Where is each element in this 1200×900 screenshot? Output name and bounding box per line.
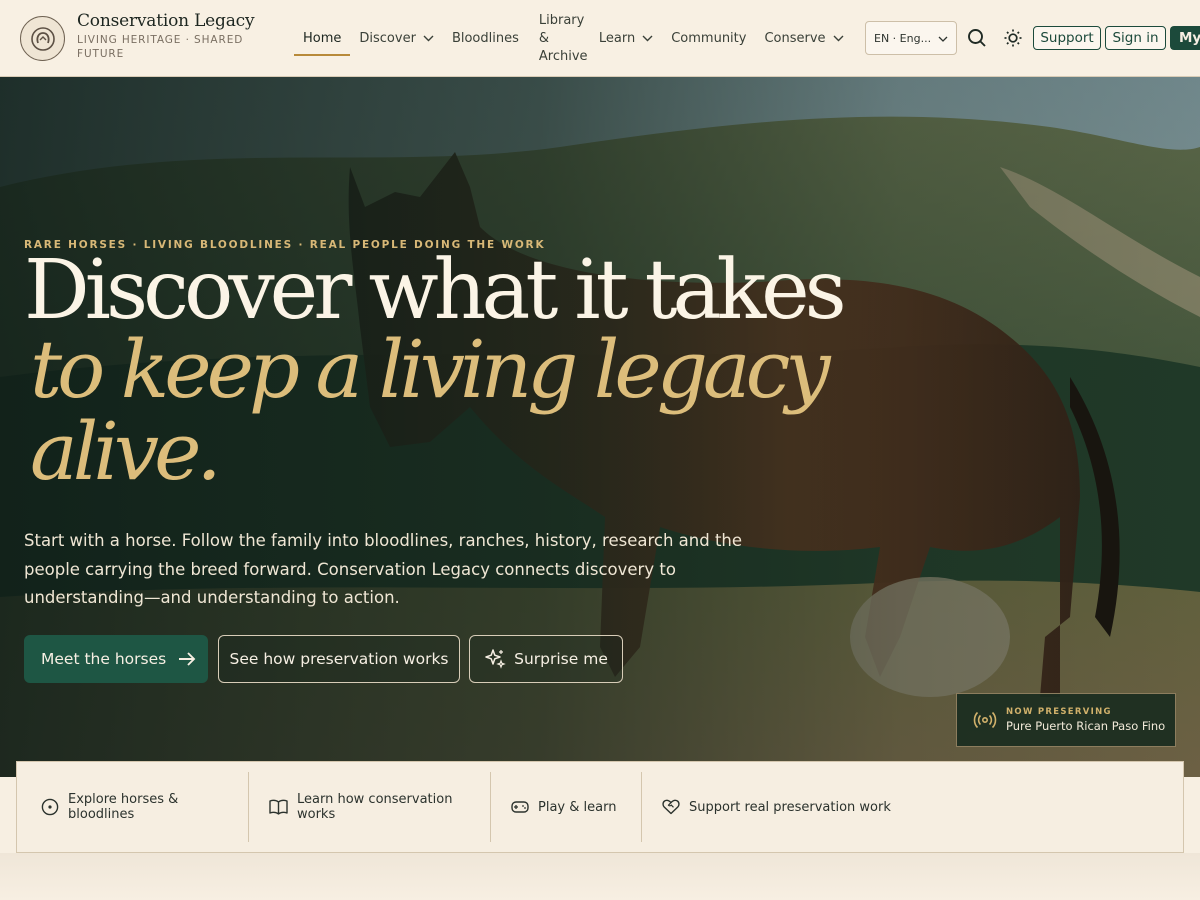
compass-icon	[41, 798, 59, 816]
surprise-me-label: Surprise me	[514, 650, 608, 668]
broadcast-icon	[973, 711, 997, 729]
nav-bloodlines-label: Bloodlines	[451, 31, 519, 46]
language-value: EN · Eng...	[874, 31, 932, 45]
nav-library-archive-label: Library & Archive	[538, 12, 588, 64]
see-how-preservation-works-label: See how preservation works	[229, 650, 449, 668]
quick-link-support[interactable]: Support real preservation work	[641, 772, 901, 842]
search-icon[interactable]	[965, 26, 989, 50]
quick-link-explore[interactable]: Explore horses & bloodlines	[17, 772, 248, 842]
nav-library-archive[interactable]: Library & Archive	[528, 9, 590, 69]
nav-conserve-label: Conserve	[764, 31, 826, 46]
my-account-button-label: My	[1179, 30, 1200, 46]
nav-discover[interactable]: Discover	[350, 21, 443, 57]
quick-link-explore-label: Explore horses & bloodlines	[68, 792, 179, 822]
horseshoe-seal-icon	[20, 16, 65, 61]
language-select[interactable]: EN · Eng...	[865, 21, 957, 55]
brand[interactable]: Conservation Legacy LIVING HERITAGE · SH…	[20, 11, 255, 61]
nav-conserve[interactable]: Conserve	[755, 21, 852, 57]
page-background	[0, 853, 1200, 900]
now-preserving-value: Pure Puerto Rican Paso Fino	[1006, 719, 1166, 733]
support-button[interactable]: Support	[1033, 26, 1101, 50]
nav-home[interactable]: Home	[294, 21, 351, 57]
sparkles-icon	[484, 648, 506, 670]
quick-link-learn[interactable]: Learn how conservation works	[248, 772, 490, 842]
brand-title: Conservation Legacy	[77, 11, 255, 31]
quick-link-learn-label: Learn how conservation works	[297, 792, 453, 822]
book-icon	[269, 799, 288, 815]
nav-discover-label: Discover	[359, 31, 416, 46]
hero: RARE HORSES · LIVING BLOODLINES · REAL P…	[0, 77, 1200, 777]
quick-link-play[interactable]: Play & learn	[490, 772, 641, 842]
surprise-me-button[interactable]: Surprise me	[469, 635, 623, 683]
heart-handshake-icon	[662, 799, 680, 815]
nav-home-label: Home	[303, 31, 342, 46]
now-preserving-label: NOW PRESERVING	[1006, 707, 1112, 717]
hero-headline-line2: to keep a living legacy	[30, 323, 831, 416]
quick-link-play-label: Play & learn	[538, 799, 617, 815]
brand-subtitle: LIVING HERITAGE · SHARED FUTURE	[77, 34, 244, 60]
chevron-down-icon	[938, 32, 948, 45]
nav-learn-label: Learn	[598, 31, 636, 46]
support-button-label: Support	[1040, 30, 1094, 46]
chevron-down-icon	[833, 35, 844, 42]
sign-in-button[interactable]: Sign in	[1105, 26, 1166, 50]
now-preserving-card[interactable]: NOW PRESERVING Pure Puerto Rican Paso Fi…	[956, 693, 1176, 747]
hero-headline-line3: alive.	[30, 405, 222, 498]
nav-learn[interactable]: Learn	[590, 21, 662, 57]
site-header: Conservation Legacy LIVING HERITAGE · SH…	[0, 0, 1200, 77]
nav-community-label: Community	[671, 31, 747, 46]
chevron-down-icon	[423, 35, 434, 42]
hero-lede: Start with a horse. Follow the family in…	[24, 531, 743, 607]
see-how-preservation-works-button[interactable]: See how preservation works	[218, 635, 460, 683]
quick-link-support-label: Support real preservation work	[689, 799, 891, 815]
sign-in-button-label: Sign in	[1112, 30, 1159, 46]
chevron-down-icon	[642, 35, 653, 42]
nav-bloodlines[interactable]: Bloodlines	[443, 21, 528, 57]
meet-the-horses-button[interactable]: Meet the horses	[24, 635, 208, 683]
sun-icon[interactable]	[1001, 26, 1025, 50]
quick-links-bar: Explore horses & bloodlines Learn how co…	[16, 761, 1184, 853]
my-account-button[interactable]: My	[1170, 26, 1200, 50]
hero-headline-italic: to keep a living legacy alive.	[30, 329, 850, 493]
main-nav: Home Discover Bloodlines Library & Archi…	[294, 0, 853, 77]
hero-headline: Discover what it takes	[24, 243, 847, 338]
meet-the-horses-label: Meet the horses	[41, 650, 167, 668]
arrow-right-icon	[178, 651, 196, 667]
gamepad-icon	[511, 800, 529, 814]
nav-community[interactable]: Community	[662, 21, 755, 57]
